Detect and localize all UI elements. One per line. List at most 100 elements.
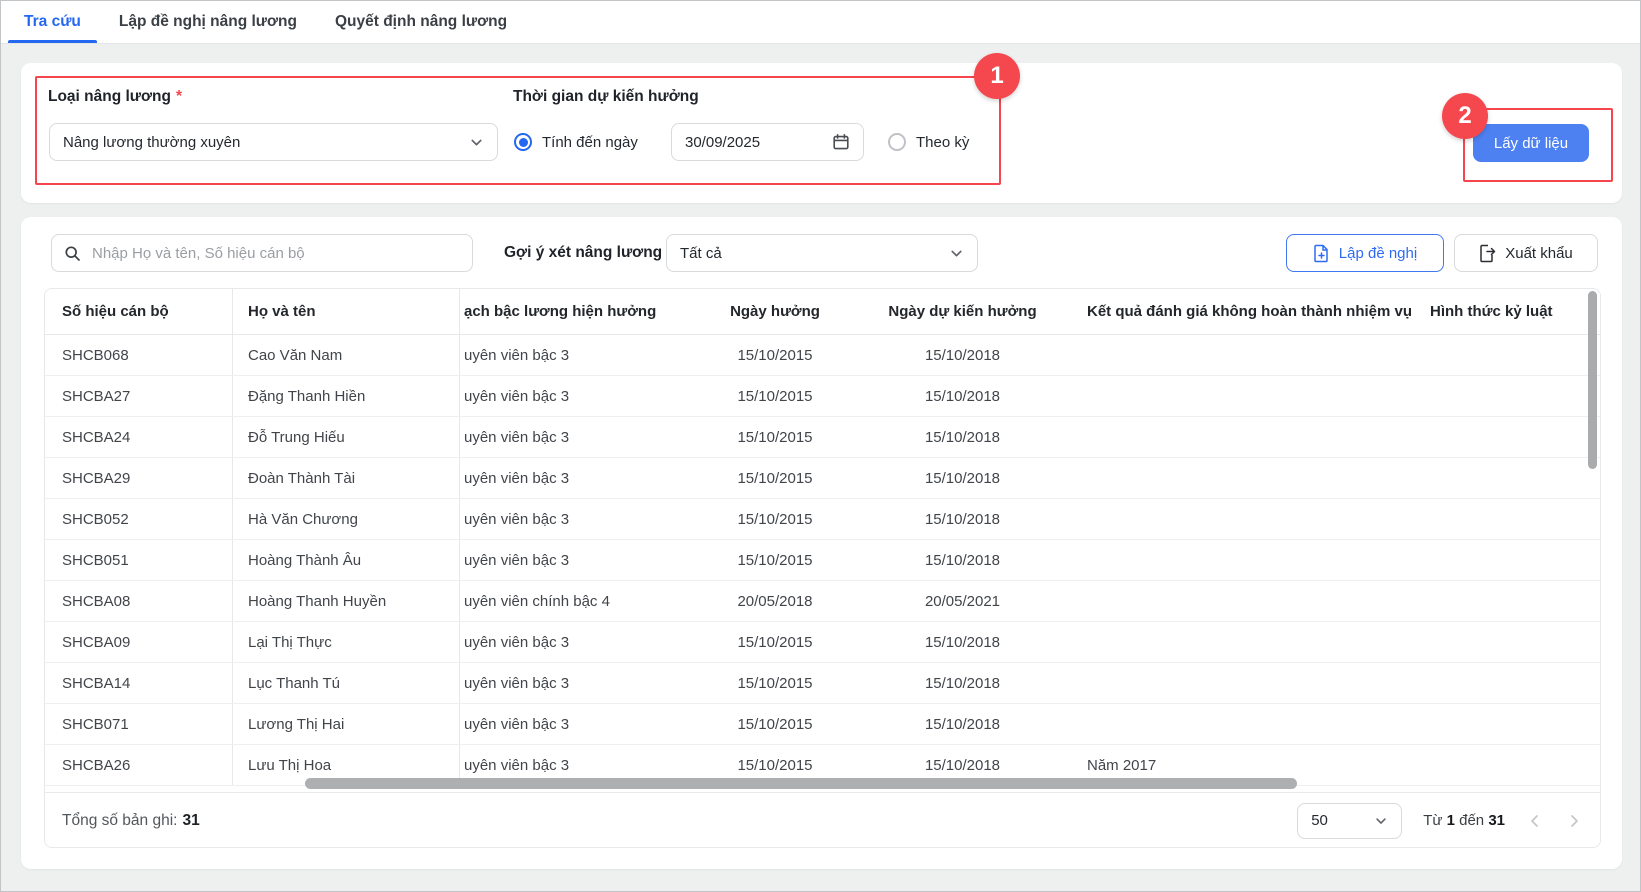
pagination: 50 Từ 1 đến 31 — [1297, 803, 1583, 839]
table-cell: 15/10/2015 — [690, 622, 860, 662]
page-size-select[interactable]: 50 — [1297, 803, 1402, 839]
table-cell: SHCB052 — [45, 499, 233, 539]
table-cell — [1065, 622, 1420, 662]
table-cell: SHCB051 — [45, 540, 233, 580]
table-cell: uyên viên bậc 3 — [460, 663, 690, 703]
table-cell: SHCBA14 — [45, 663, 233, 703]
table-cell — [1065, 417, 1420, 457]
search-input[interactable] — [90, 244, 460, 263]
table-cell: SHCBA24 — [45, 417, 233, 457]
suggest-select[interactable]: Tất cả — [666, 234, 978, 272]
tab-tra-cuu[interactable]: Tra cứu — [8, 1, 97, 43]
table-cell: uyên viên bậc 3 — [460, 704, 690, 744]
table-row[interactable]: SHCB052Hà Văn Chươnguyên viên bậc 315/10… — [45, 499, 1600, 540]
horizontal-scrollbar-thumb[interactable] — [305, 778, 1297, 789]
table-cell: 15/10/2018 — [860, 376, 1065, 416]
table-cell — [1065, 499, 1420, 539]
table-cell — [1065, 458, 1420, 498]
table-cell — [1420, 663, 1601, 703]
chevron-down-icon — [469, 135, 484, 150]
table-cell: 15/10/2015 — [690, 417, 860, 457]
table-cell: Đặng Thanh Hiền — [233, 376, 460, 416]
table-cell: SHCB068 — [45, 335, 233, 375]
table-row[interactable]: SHCBA27Đặng Thanh Hiềnuyên viên bậc 315/… — [45, 376, 1600, 417]
table-header-cell: Họ và tên — [233, 289, 460, 334]
table-cell: Đoàn Thành Tài — [233, 458, 460, 498]
date-value: 30/09/2025 — [685, 134, 760, 151]
table-cell: 15/10/2015 — [690, 499, 860, 539]
table-header-row: Số hiệu cán bộHọ và tênạch bậc lương hiệ… — [45, 289, 1600, 335]
table-cell: Hoàng Thanh Huyền — [233, 581, 460, 621]
table-header-cell: ạch bậc lương hiện hưởng — [460, 289, 690, 334]
table-row[interactable]: SHCB071Lương Thị Haiuyên viên bậc 315/10… — [45, 704, 1600, 745]
annotation-step-2-badge: 2 — [1442, 93, 1488, 139]
table-cell: uyên viên bậc 3 — [460, 499, 690, 539]
table-cell: Lục Thanh Tú — [233, 663, 460, 703]
table-row[interactable]: SHCB068Cao Văn Namuyên viên bậc 315/10/2… — [45, 335, 1600, 376]
tab-quyet-dinh-nang-luong[interactable]: Quyết định nâng lương — [319, 1, 523, 43]
annotation-step-1-badge: 1 — [974, 53, 1020, 99]
table-cell: 15/10/2018 — [860, 540, 1065, 580]
fetch-data-button[interactable]: Lấy dữ liệu — [1473, 124, 1589, 162]
table-cell: SHCBA29 — [45, 458, 233, 498]
radio-tinh-den-ngay[interactable] — [514, 133, 532, 151]
label-salary-type: Loại nâng lương* — [48, 88, 182, 106]
search-icon — [64, 245, 81, 262]
table-cell: Cao Văn Nam — [233, 335, 460, 375]
total-records-label: Tổng số bản ghi: — [62, 812, 177, 829]
calendar-icon[interactable] — [832, 133, 850, 151]
table-cell: 15/10/2018 — [860, 499, 1065, 539]
table-cell: 15/10/2015 — [690, 376, 860, 416]
table-cell: SHCBA08 — [45, 581, 233, 621]
table-cell: Lại Thị Thực — [233, 622, 460, 662]
table-cell — [1065, 540, 1420, 580]
table-cell — [1420, 499, 1601, 539]
table-cell: 15/10/2018 — [860, 622, 1065, 662]
export-label: Xuất khẩu — [1505, 245, 1573, 262]
table-row[interactable]: SHCBA09Lại Thị Thựcuyên viên bậc 315/10/… — [45, 622, 1600, 663]
table-container: Số hiệu cán bộHọ và tênạch bậc lương hiệ… — [44, 288, 1601, 848]
table-row[interactable]: SHCB051Hoàng Thành Âuuyên viên bậc 315/1… — [45, 540, 1600, 581]
table-cell: SHCBA27 — [45, 376, 233, 416]
table-cell: Đỗ Trung Hiếu — [233, 417, 460, 457]
chevron-down-icon — [949, 246, 964, 261]
table-cell: 15/10/2015 — [690, 540, 860, 580]
radio-label-period: Theo kỳ — [916, 134, 969, 151]
table-cell — [1420, 745, 1601, 785]
table-cell: 15/10/2015 — [690, 704, 860, 744]
radio-row-to-date: Tính đến ngày — [514, 133, 638, 151]
date-input[interactable]: 30/09/2025 — [671, 123, 864, 161]
table-cell — [1065, 335, 1420, 375]
table-cell — [1065, 704, 1420, 744]
table-cell — [1420, 376, 1601, 416]
tab-lap-de-nghi-nang-luong[interactable]: Lập đề nghị nâng lương — [103, 1, 313, 43]
document-plus-icon — [1313, 244, 1330, 263]
salary-type-select[interactable]: Nâng lương thường xuyên — [49, 123, 498, 161]
table-cell: Hà Văn Chương — [233, 499, 460, 539]
table-cell — [1420, 458, 1601, 498]
table-cell — [1420, 335, 1601, 375]
export-button[interactable]: Xuất khẩu — [1454, 234, 1598, 272]
table-cell — [1420, 417, 1601, 457]
table-cell: 20/05/2021 — [860, 581, 1065, 621]
next-page-button[interactable] — [1565, 812, 1583, 830]
table-cell: uyên viên bậc 3 — [460, 622, 690, 662]
table-body: SHCB068Cao Văn Namuyên viên bậc 315/10/2… — [45, 335, 1600, 786]
create-proposal-label: Lập đề nghị — [1339, 245, 1417, 262]
table-cell: uyên viên bậc 3 — [460, 417, 690, 457]
export-icon — [1479, 244, 1496, 263]
table-row[interactable]: SHCBA08Hoàng Thanh Huyềnuyên viên chính … — [45, 581, 1600, 622]
table-cell: 15/10/2018 — [860, 335, 1065, 375]
table-cell — [1065, 663, 1420, 703]
radio-theo-ky[interactable] — [888, 133, 906, 151]
table-row[interactable]: SHCBA24Đỗ Trung Hiếuuyên viên bậc 315/10… — [45, 417, 1600, 458]
table-cell: SHCB071 — [45, 704, 233, 744]
create-proposal-button[interactable]: Lập đề nghị — [1286, 234, 1444, 272]
table-row[interactable]: SHCBA29Đoàn Thành Tàiuyên viên bậc 315/1… — [45, 458, 1600, 499]
table-footer: Tổng số bản ghi:31 50 Từ 1 đến 31 — [45, 792, 1600, 848]
table-row[interactable]: SHCBA14Lục Thanh Túuyên viên bậc 315/10/… — [45, 663, 1600, 704]
pagination-range: Từ 1 đến 31 — [1423, 812, 1505, 829]
table-cell: SHCBA09 — [45, 622, 233, 662]
prev-page-button[interactable] — [1526, 812, 1544, 830]
vertical-scrollbar-thumb[interactable] — [1588, 291, 1597, 469]
